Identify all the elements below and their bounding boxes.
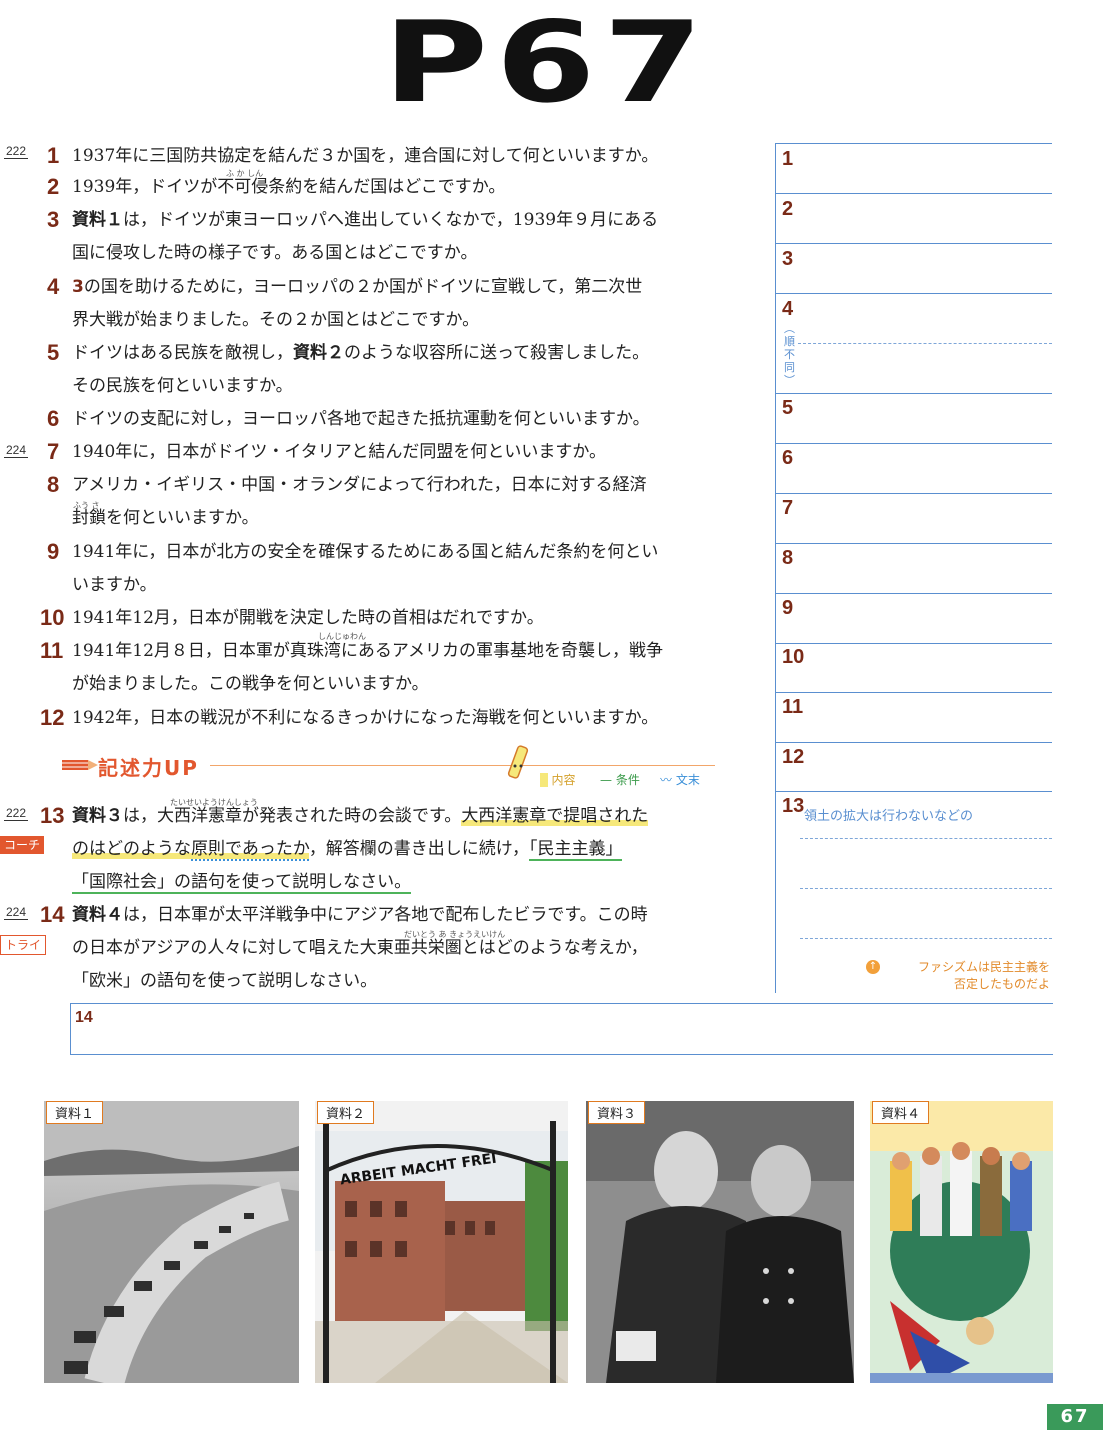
answer-divider [800,888,1052,889]
material-photo-1 [44,1101,299,1383]
answer-label: 6 [782,447,794,469]
answer-row[interactable] [775,143,1052,144]
question-number: 10 [40,605,65,630]
legend-end: 〰 文末 [660,773,700,787]
material-label: 資料４ [872,1101,930,1124]
answer-row[interactable] [775,692,1052,693]
legend-condition: — 条件 [600,773,640,787]
material-photo-3 [586,1101,854,1383]
question-number: 13 [40,803,65,828]
hint-icon: ↑ [866,960,880,974]
page-number: 67 [1047,1404,1103,1430]
coach-badge: コーチ [0,836,45,854]
answer-label: 11 [782,696,804,718]
answer-row[interactable] [775,293,1052,294]
pencil-icon [60,752,100,778]
hint-text: ファシズムは民主主義を 否定したものだよ [917,960,1050,991]
divider [210,765,715,766]
answer-label: 1 [782,148,794,170]
pen-icon [505,742,537,788]
section-ref-224: 224 [4,905,29,920]
section-ref-224: 224 [4,443,29,458]
material-photo-4 [870,1101,1053,1383]
question-number: 2 [47,174,60,199]
section-ref-222: 222 [4,144,29,159]
question-number: 4 [47,274,60,299]
question-number: 9 [47,539,60,564]
question-number: 7 [47,439,60,464]
question-number: 6 [47,406,60,431]
answer-divider [800,838,1052,839]
try-badge: トライ [0,935,47,955]
question-text: 資料３は，大西洋憲章が発表された時の会談です。大西洋憲章で提唱された [72,806,649,826]
question-text: 「国際社会」の語句を使って説明しなさい。 [72,872,412,894]
question-text: その民族を何といいますか。 [72,376,293,396]
answer-row[interactable] [775,493,1052,494]
question-text: 資料４は，日本軍が太平洋戦争中にアジア各地で配布したビラです。この時 [72,905,648,925]
kijutsu-label: 記述力UP [98,756,199,780]
question-text: 封鎖を何といいますか。 [72,508,259,528]
question-text: 3の国を助けるために，ヨーロッパの２か国がドイツに宣戦して，第二次世 [72,277,643,297]
question-text: 1939年，ドイツが不可侵条約を結んだ国はどこですか。 [72,177,506,197]
answer-label: 8 [782,547,794,569]
question-number: 8 [47,472,60,497]
answer-row[interactable] [775,543,1052,544]
answer-row[interactable] [775,742,1052,743]
question-text: ドイツはある民族を敵視し，資料２のような収容所に送って殺害しました。 [72,343,650,363]
material-label: 資料３ [588,1101,646,1124]
section-ref-222: 222 [4,806,29,821]
answer-row[interactable] [775,393,1052,394]
answer-label: 4 [782,298,794,320]
answer-divider [798,343,1052,344]
question-number: 5 [47,340,60,365]
question-text: 1941年12月，日本が開戦を決定した時の首相はだれですか。 [72,608,544,628]
answer-label: 12 [782,746,805,768]
question-text: の日本がアジアの人々に対して唱えた大東亜共栄圏とはどのような考えか， [72,938,648,958]
question-text: 1937年に三国防共協定を結んだ３か国を，連合国に対して何といいますか。 [72,146,659,166]
answer-13-prompt: 領土の拡大は行わないなどの [804,809,974,824]
answer-row[interactable] [775,791,1052,792]
question-number: 1 [47,143,60,168]
question-number: 11 [40,638,64,663]
material-label: 資料２ [317,1101,375,1124]
question-text: 1941年に，日本が北方の安全を確保するためにある国と結んだ条約を何とい [72,542,659,562]
answer-label: 10 [782,646,805,668]
answer-note: ︵ 順不同 ︶ [784,322,795,387]
answer-row[interactable] [775,443,1052,444]
question-number: 14 [40,902,65,927]
question-number: 12 [40,705,65,730]
answer-label: 3 [782,248,794,270]
legend-content: 内容 [540,771,575,788]
answer-14-box[interactable] [70,1003,1053,1055]
answer-label: 9 [782,597,794,619]
answer-divider [800,938,1052,939]
answer-row[interactable] [775,643,1052,644]
question-text: 1942年，日本の戦況が不利になるきっかけになった海戦を何といいますか。 [72,708,659,728]
answer-row[interactable] [775,243,1052,244]
answer-label: 7 [782,497,794,519]
page-header: P67 [383,0,711,128]
question-text: 1941年12月８日，日本軍が真珠湾にあるアメリカの軍事基地を奇襲し，戦争 [72,641,664,661]
question-text: 界大戦が始まりました。その２か国とはどこですか。 [72,310,480,330]
question-text: ドイツの支配に対し，ヨーロッパ各地で起きた抵抗運動を何といいますか。 [72,409,650,429]
question-text: 1940年に，日本がドイツ・イタリアと結んだ同盟を何といいますか。 [72,442,607,462]
answer-label: 2 [782,198,794,220]
question-number: 3 [47,207,60,232]
question-text: が始まりました。この戦争を何といいますか。 [72,674,429,694]
question-text: いますか。 [72,575,157,595]
answer-label: 5 [782,397,794,419]
material-photo-2: ARBEIT MACHT FREI [315,1101,568,1383]
answer-row[interactable] [775,593,1052,594]
answer-label: 13 [782,795,805,817]
answer-column [775,143,1053,993]
question-text: アメリカ・イギリス・中国・オランダによって行われた，日本に対する経済 [72,475,647,495]
question-text: 国に侵攻した時の様子です。ある国とはどこですか。 [72,243,478,263]
question-text: のはどのような原則であったか，解答欄の書き出しに続け，「民主主義」 [72,839,623,861]
answer-label: 14 [75,1009,93,1026]
question-text: 資料１は，ドイツが東ヨーロッパへ進出していくなかで，1939年９月にある [72,210,659,230]
answer-row[interactable] [775,193,1052,194]
question-text: 「欧米」の語句を使って説明しなさい。 [72,971,378,991]
material-label: 資料１ [46,1101,104,1124]
